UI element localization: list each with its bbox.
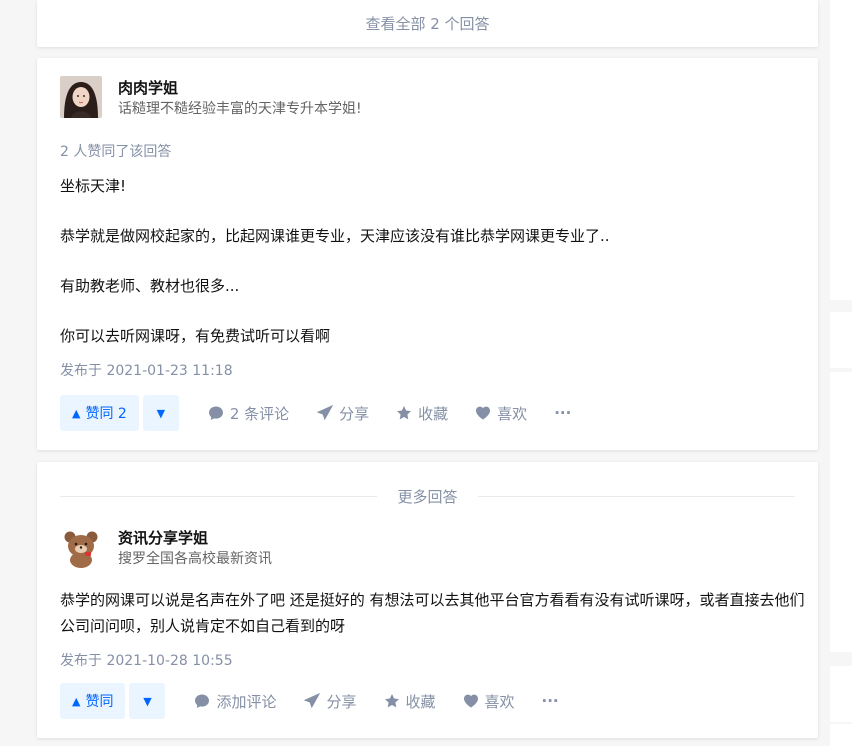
answer-paragraph: 有助教老师、教材也很多... <box>60 277 240 295</box>
avatar[interactable] <box>60 526 102 568</box>
answer-author: 肉肉学姐 话糙理不糙经验丰富的天津专升本学姐! <box>60 76 362 119</box>
answer-paragraph: 你可以去听网课呀，有免费试听可以看啊 <box>60 327 331 345</box>
collect-button[interactable]: 收藏 <box>396 403 448 424</box>
votes-text: 2 人赞同了该回答 <box>60 144 172 160</box>
more-button[interactable]: ··· <box>542 692 559 710</box>
triangle-down-icon: ▼ <box>156 406 166 420</box>
vote-up-button[interactable]: ▲ 赞同 <box>60 683 126 719</box>
answer-actions: ▲ 赞同 2 ▼ 2 条评论 分享 收藏 喜欢 ··· <box>60 395 571 431</box>
author-name[interactable]: 肉肉学姐 <box>118 78 362 98</box>
like-button[interactable]: 喜欢 <box>463 691 515 712</box>
comment-label: 添加评论 <box>216 692 277 711</box>
more-answers-title: 更多回答 <box>397 488 458 506</box>
more-dots-icon: ··· <box>554 404 572 422</box>
star-icon <box>397 406 412 420</box>
star-icon <box>384 694 399 708</box>
comment-button[interactable]: 2 条评论 <box>208 403 289 424</box>
more-dots-icon: ··· <box>541 692 559 710</box>
vote-up-button[interactable]: ▲ 赞同 2 <box>60 395 139 431</box>
comment-icon <box>208 406 223 420</box>
publish-time[interactable]: 发布于 2021-01-23 11:18 <box>60 360 233 380</box>
like-button[interactable]: 喜欢 <box>475 403 527 424</box>
like-label: 喜欢 <box>484 692 515 711</box>
answer-paragraph: 坐标天津! <box>60 177 127 195</box>
answer-actions: ▲ 赞同 ▼ 添加评论 分享 收藏 喜欢 ··· <box>60 683 559 719</box>
sidebar-card <box>830 372 852 652</box>
triangle-up-icon: ▲ <box>72 694 81 708</box>
collect-label: 收藏 <box>418 404 449 423</box>
answer-paragraph: 恭学的网课可以说是名声在外了吧 还是挺好的 有想法可以去其他平台官方看看有没有试… <box>60 591 805 635</box>
share-button[interactable]: 分享 <box>317 403 369 424</box>
share-icon <box>304 693 321 709</box>
view-all-answers-label: 查看全部 2 个回答 <box>365 15 490 33</box>
share-label: 分享 <box>326 692 357 711</box>
share-icon <box>317 405 334 421</box>
author-headline: 搜罗全国各高校最新资讯 <box>118 551 272 567</box>
vote-down-button[interactable]: ▼ <box>129 683 166 719</box>
heart-icon <box>463 694 478 708</box>
like-label: 喜欢 <box>497 404 528 423</box>
answer-content: 坐标天津! 恭学就是做网校起家的，比起网课谁更专业，天津应该没有谁比恭学网课更专… <box>60 174 795 348</box>
answer-author: 资讯分享学姐 搜罗全国各高校最新资讯 <box>60 526 272 569</box>
triangle-up-icon: ▲ <box>72 406 81 420</box>
view-all-answers-button[interactable]: 查看全部 2 个回答 <box>37 0 818 47</box>
comment-label: 2 条评论 <box>229 404 290 423</box>
sidebar-card <box>830 312 852 368</box>
author-name[interactable]: 资讯分享学姐 <box>118 528 272 548</box>
answer-card: 肉肉学姐 话糙理不糙经验丰富的天津专升本学姐! 2 人赞同了该回答 坐标天津! … <box>37 58 818 450</box>
comment-icon <box>195 694 210 708</box>
sidebar-card <box>830 0 852 300</box>
answer-content: 恭学的网课可以说是名声在外了吧 还是挺好的 有想法可以去其他平台官方看看有没有试… <box>60 587 805 639</box>
triangle-down-icon: ▼ <box>143 694 152 708</box>
sidebar-card <box>830 724 852 746</box>
collect-button[interactable]: 收藏 <box>384 691 436 712</box>
vote-down-button[interactable]: ▼ <box>142 395 179 431</box>
avatar[interactable] <box>60 76 102 118</box>
vote-up-label: 赞同 2 <box>85 406 127 422</box>
vote-up-label: 赞同 <box>85 694 114 710</box>
publish-time[interactable]: 发布于 2021-10-28 10:55 <box>60 650 233 670</box>
share-button[interactable]: 分享 <box>304 691 357 712</box>
answer-card: 更多回答 资讯分享学姐 搜罗全国各高校最新资讯 恭学的网课可以说是名声在外了吧 … <box>37 462 818 738</box>
share-label: 分享 <box>339 404 370 423</box>
heart-icon <box>476 406 491 420</box>
answer-paragraph: 恭学就是做网校起家的，比起网课谁更专业，天津应该没有谁比恭学网课更专业了.. <box>60 227 610 245</box>
more-button[interactable]: ··· <box>554 404 571 422</box>
collect-label: 收藏 <box>405 692 436 711</box>
sidebar-card <box>830 666 852 722</box>
author-headline: 话糙理不糙经验丰富的天津专升本学姐! <box>118 101 362 117</box>
comment-button[interactable]: 添加评论 <box>194 691 276 712</box>
